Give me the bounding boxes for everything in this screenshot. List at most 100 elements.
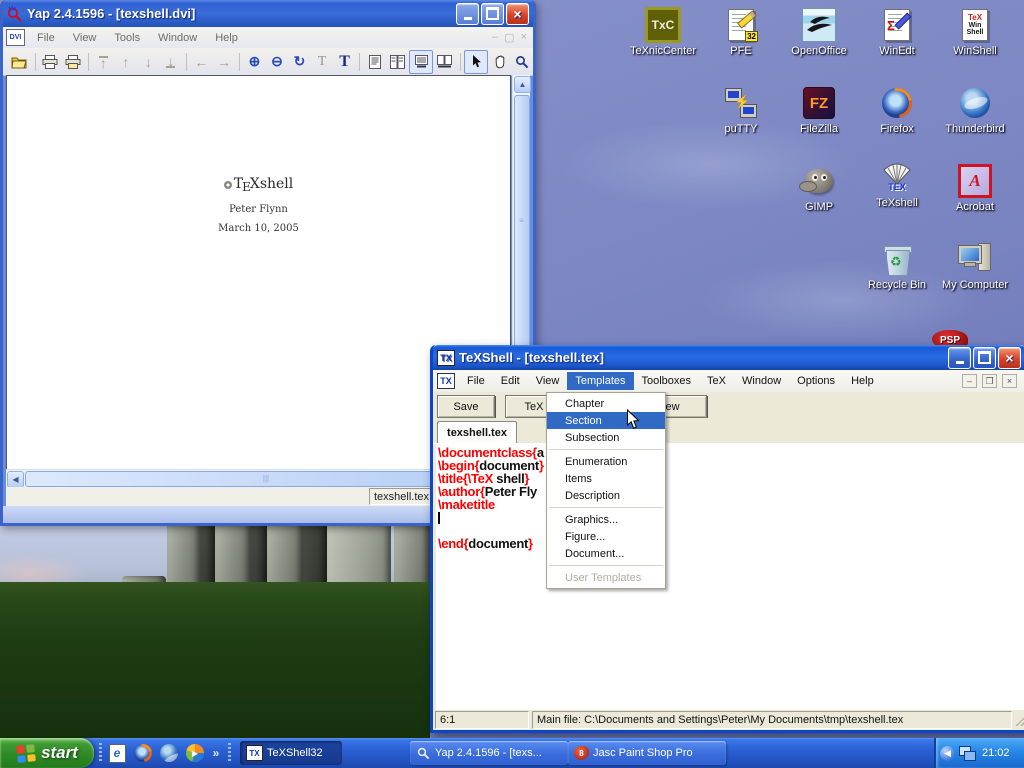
save-button[interactable]: Save: [437, 395, 495, 418]
next-page-icon[interactable]: ↓: [138, 51, 160, 73]
quick-launch-media-player-icon[interactable]: ▶: [184, 741, 206, 765]
double-page-view-icon[interactable]: [434, 51, 456, 73]
menu-item-items[interactable]: Items: [547, 470, 665, 487]
taskbar-button-yap[interactable]: Yap 2.4.1596 - [texs...: [410, 741, 568, 765]
true-text-icon[interactable]: T: [334, 51, 356, 73]
menu-view[interactable]: View: [64, 32, 106, 44]
desktop-icon-filezilla[interactable]: FZ FileZilla: [780, 86, 858, 135]
minimize-button[interactable]: [948, 347, 971, 369]
desktop-icon-thunderbird[interactable]: Thunderbird: [936, 86, 1014, 135]
zoom-out-icon[interactable]: ⊖: [266, 51, 288, 73]
refresh-icon[interactable]: ↻: [289, 51, 311, 73]
tab-texshell-tex[interactable]: texshell.tex: [437, 421, 517, 444]
icon-label: WinShell: [936, 45, 1014, 57]
quick-launch-internet-explorer-icon[interactable]: e: [106, 741, 128, 765]
menu-file[interactable]: File: [459, 372, 493, 390]
scroll-left-button[interactable]: ◀: [7, 471, 24, 488]
desktop-icon-acrobat[interactable]: A Acrobat: [936, 164, 1014, 213]
taskbar-button-texshell32[interactable]: TX TeXShell32: [240, 741, 342, 765]
open-folder-icon[interactable]: [9, 51, 31, 73]
desktop-icon-winedt[interactable]: Σ WinEdt: [858, 8, 936, 57]
quick-launch-firefox-icon[interactable]: [132, 741, 154, 765]
vertical-scroll-thumb[interactable]: ≡: [514, 95, 530, 347]
tray-collapse-chevron[interactable]: ◀: [940, 746, 955, 761]
quick-launch-thunderbird-icon[interactable]: [158, 741, 180, 765]
menu-edit[interactable]: Edit: [493, 372, 528, 390]
desktop-icon-putty[interactable]: ⚡ puTTY: [702, 86, 780, 135]
menu-help[interactable]: Help: [843, 372, 882, 390]
menu-tex[interactable]: TeX: [699, 372, 734, 390]
select-pointer-icon[interactable]: [464, 50, 488, 74]
menu-item-enumeration[interactable]: Enumeration: [547, 453, 665, 470]
menu-item-description[interactable]: Description: [547, 487, 665, 504]
menu-help[interactable]: Help: [206, 32, 247, 44]
mdi-close-button[interactable]: ×: [1002, 374, 1017, 388]
back-icon[interactable]: ←: [191, 51, 213, 73]
menu-item-graphics[interactable]: Graphics...: [547, 511, 665, 528]
winedt-icon: Σ: [884, 9, 910, 41]
menu-templates[interactable]: Templates: [567, 372, 633, 390]
desktop-icon-winshell[interactable]: TeXWin Shell WinShell: [936, 8, 1014, 57]
desktop-icon-texshell[interactable]: TEX TeXshell: [858, 160, 936, 209]
maximize-button[interactable]: [481, 3, 504, 25]
icon-label: Thunderbird: [936, 123, 1014, 135]
menu-item-section[interactable]: Section: [547, 412, 665, 429]
network-status-icon[interactable]: [959, 746, 976, 761]
close-button[interactable]: ×: [506, 3, 529, 25]
windows-logo-icon: [15, 743, 37, 764]
continuous-view-icon[interactable]: [387, 51, 409, 73]
desktop-icon-gimp[interactable]: GIMP: [780, 164, 858, 213]
menu-item-chapter[interactable]: Chapter: [547, 395, 665, 412]
mdi-child-controls-disabled: –▢×: [492, 31, 533, 44]
menu-item-subsection[interactable]: Subsection: [547, 429, 665, 446]
taskbar-clock[interactable]: 21:02: [982, 747, 1010, 759]
icon-label: puTTY: [702, 123, 780, 135]
icon-label: My Computer: [936, 279, 1014, 291]
desktop-icon-openoffice[interactable]: OpenOffice: [780, 8, 858, 57]
desktop-icon-my-computer[interactable]: My Computer: [936, 242, 1014, 291]
texshell-document-icon: TX: [437, 373, 455, 389]
single-page-view-icon[interactable]: [364, 51, 386, 73]
print-setup-icon[interactable]: [62, 51, 84, 73]
menu-window[interactable]: Window: [149, 32, 206, 44]
menu-options[interactable]: Options: [789, 372, 843, 390]
page-width-view-icon[interactable]: [409, 50, 433, 74]
forward-icon[interactable]: →: [213, 51, 235, 73]
stonehenge-shadow: [251, 524, 267, 589]
mdi-minimize-button[interactable]: –: [962, 374, 977, 388]
minimize-button[interactable]: [456, 3, 479, 25]
menu-item-figure[interactable]: Figure...: [547, 528, 665, 545]
menu-toolboxes[interactable]: Toolboxes: [634, 372, 700, 390]
taskbar-button-paint-shop-pro[interactable]: 8 Jasc Paint Shop Pro: [568, 741, 726, 765]
draft-text-icon[interactable]: T: [311, 51, 333, 73]
resize-grip[interactable]: [1015, 714, 1024, 726]
maximize-button[interactable]: [973, 347, 996, 369]
desktop-icon-firefox[interactable]: Firefox: [858, 86, 936, 135]
menu-file[interactable]: File: [28, 32, 64, 44]
last-page-icon[interactable]: ↓: [160, 51, 182, 73]
texshell-titlebar[interactable]: TX TeXShell - [texshell.tex] ×: [433, 345, 1024, 370]
close-button[interactable]: ×: [998, 347, 1021, 369]
zoom-in-icon[interactable]: ⊕: [244, 51, 266, 73]
first-page-icon[interactable]: ↑: [93, 51, 115, 73]
pan-hand-icon[interactable]: [489, 51, 511, 73]
magnifying-glass-icon[interactable]: [512, 51, 534, 73]
menu-window[interactable]: Window: [734, 372, 789, 390]
yap-titlebar[interactable]: Yap 2.4.1596 - [texshell.dvi] ×: [3, 0, 533, 27]
print-icon[interactable]: [39, 51, 61, 73]
toolbar-drag-handle[interactable]: [228, 743, 231, 763]
toolbar-drag-handle[interactable]: [99, 743, 102, 763]
scroll-up-button[interactable]: ▲: [514, 76, 531, 93]
mdi-restore-button[interactable]: ❐: [982, 374, 997, 388]
menu-view[interactable]: View: [528, 372, 568, 390]
desktop-icon-pfe[interactable]: 32 PFE: [702, 8, 780, 57]
quick-launch-overflow-chevron[interactable]: »: [208, 741, 224, 765]
start-button[interactable]: start: [0, 738, 94, 768]
desktop-icon-texniccenter[interactable]: TxC TeXnicCenter: [624, 8, 702, 57]
previous-page-icon[interactable]: ↑: [115, 51, 137, 73]
menu-tools[interactable]: Tools: [105, 32, 149, 44]
desktop-icon-recycle-bin[interactable]: ♻ Recycle Bin: [858, 242, 936, 291]
latex-editor[interactable]: \documentclass{a \begin{document} \title…: [436, 443, 1024, 711]
menu-separator: [549, 565, 663, 566]
menu-item-document[interactable]: Document...: [547, 545, 665, 562]
